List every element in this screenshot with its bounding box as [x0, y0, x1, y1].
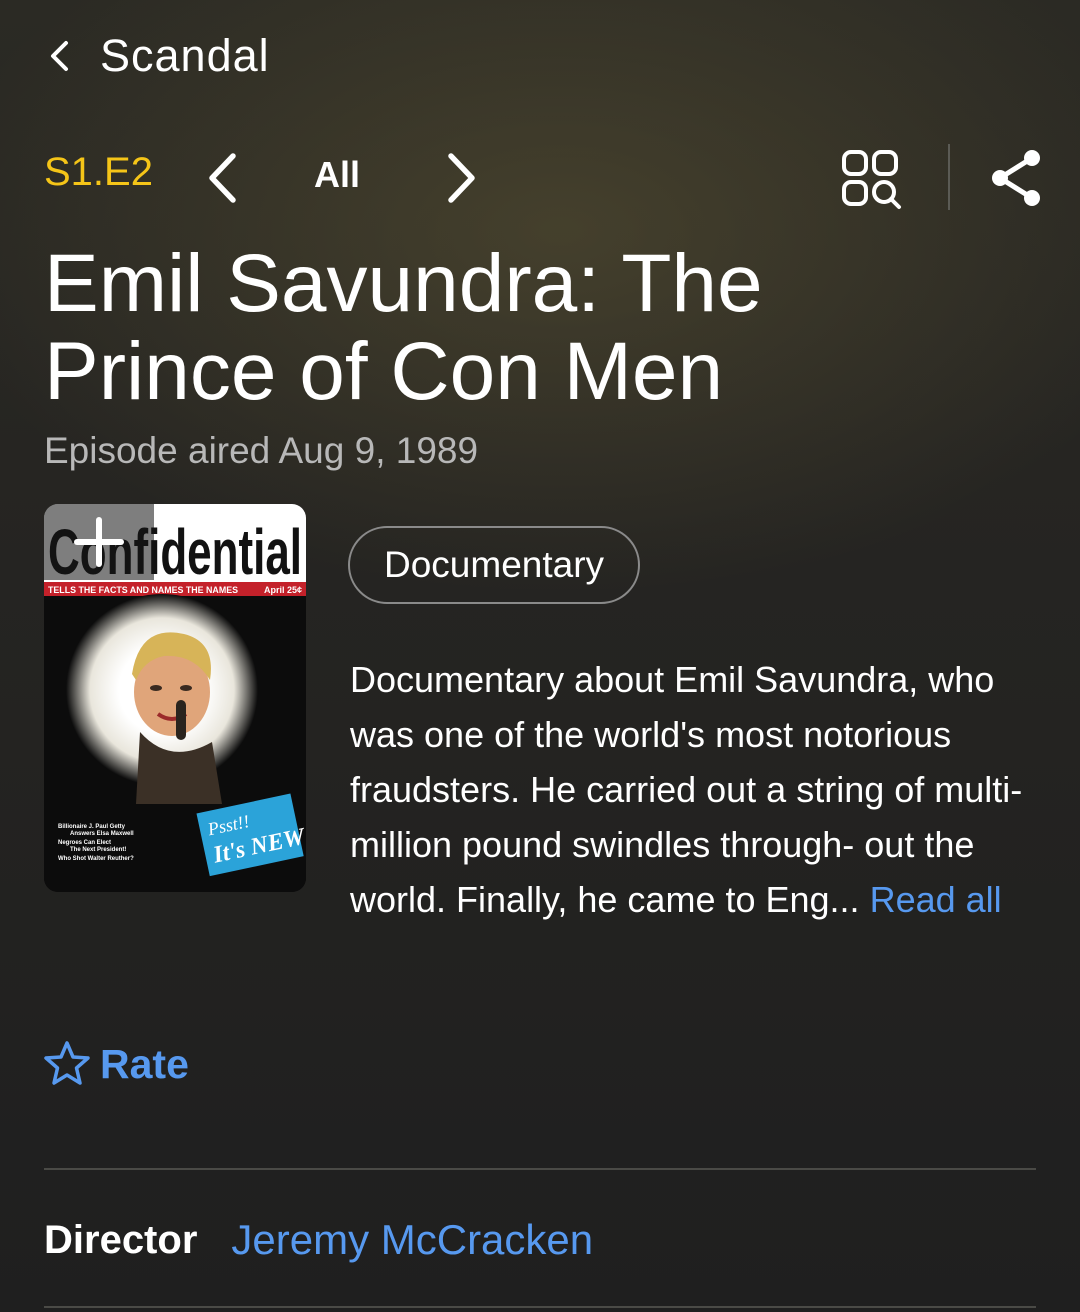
- section-divider-bottom: [44, 1306, 1036, 1308]
- star-outline-icon: [44, 1041, 90, 1085]
- poster-headline-1: Billionaire J. Paul Getty: [58, 824, 126, 830]
- previous-episode-button[interactable]: [200, 146, 244, 210]
- director-row: Director Jeremy McCracken: [44, 1210, 593, 1270]
- plus-icon: [74, 517, 124, 567]
- episode-label: S1.E2: [44, 150, 153, 194]
- share-icon: [992, 150, 1040, 206]
- chevron-left-icon: [209, 153, 236, 203]
- episode-title: Emil Savundra: The Prince of Con Men: [44, 240, 1004, 416]
- chevron-left-icon: [44, 36, 74, 76]
- director-label: Director: [44, 1217, 198, 1262]
- poster-headline-5: Who Shot Walter Reuther?: [58, 856, 134, 862]
- section-divider: [44, 1168, 1036, 1170]
- poster-price: April 25¢: [264, 585, 302, 595]
- toolbar-divider: [948, 144, 950, 210]
- poster-strap: TELLS THE FACTS AND NAMES THE NAMES: [48, 585, 238, 595]
- plot-summary[interactable]: Documentary about Emil Savundra, who was…: [350, 652, 1040, 927]
- poster-headline-2: Answers Elsa Maxwell: [70, 831, 134, 837]
- episode-page: Scandal S1.E2 All Emil Savundra: The Pri…: [0, 0, 1080, 1312]
- director-name-link[interactable]: Jeremy McCracken: [231, 1216, 593, 1264]
- add-to-watchlist-button[interactable]: [44, 504, 154, 580]
- grid-search-icon: [842, 150, 901, 209]
- share-button[interactable]: [988, 146, 1044, 210]
- rate-button[interactable]: Rate: [42, 1036, 189, 1092]
- episode-title-line-2: Prince of Con Men: [44, 326, 724, 417]
- episode-navigation: S1.E2 All: [44, 140, 1044, 216]
- air-date: Episode aired Aug 9, 1989: [44, 430, 479, 471]
- next-episode-button[interactable]: [440, 146, 484, 210]
- episode-title-line-1: Emil Savundra: The: [44, 238, 763, 329]
- all-episodes-button[interactable]: All: [314, 154, 360, 196]
- rate-label: Rate: [100, 1040, 189, 1087]
- read-all-link[interactable]: Read all: [870, 879, 1002, 920]
- series-title: Scandal: [100, 30, 270, 81]
- episode-guide-button[interactable]: [840, 148, 904, 212]
- poster-headline-3: Negroes Can Elect: [58, 840, 111, 846]
- genre-chip-documentary[interactable]: Documentary: [348, 526, 641, 604]
- chevron-right-icon: [448, 153, 475, 203]
- poster-headline-4: The Next President!: [70, 847, 126, 853]
- back-button[interactable]: Scandal: [44, 26, 270, 86]
